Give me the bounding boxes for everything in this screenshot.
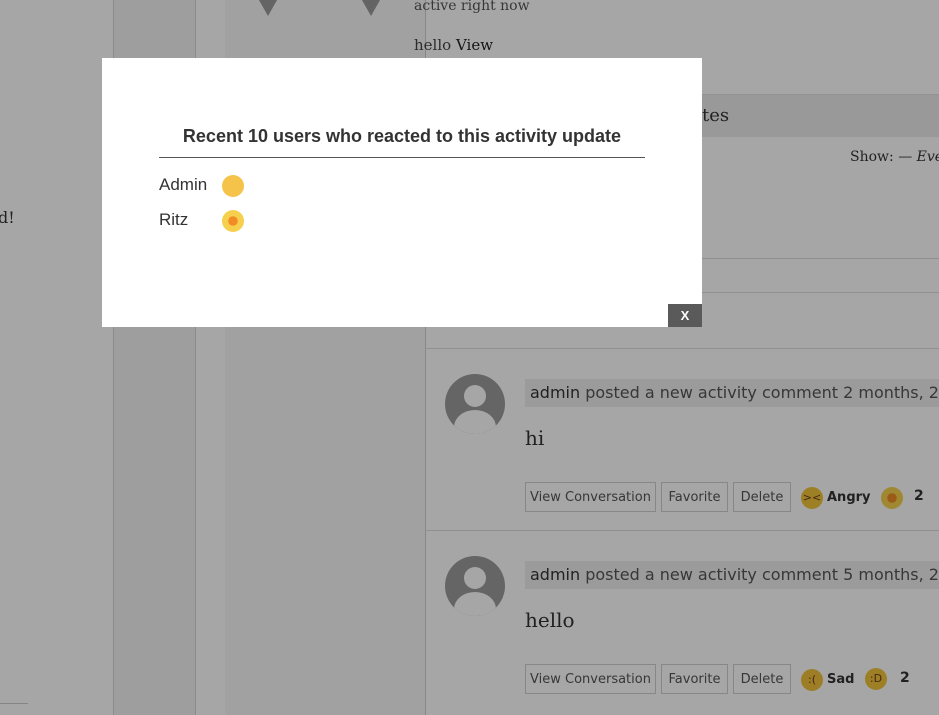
reacted-user-row: Admin bbox=[159, 175, 244, 197]
reacted-user-row: Ritz bbox=[159, 210, 244, 232]
user-name: Ritz bbox=[159, 210, 189, 230]
angry-face-icon bbox=[221, 175, 244, 197]
user-name: Admin bbox=[159, 175, 208, 195]
reactions-modal: Recent 10 users who reacted to this acti… bbox=[102, 58, 702, 327]
modal-title: Recent 10 users who reacted to this acti… bbox=[182, 126, 622, 146]
modal-title-divider bbox=[159, 157, 645, 158]
close-button[interactable]: X bbox=[668, 304, 702, 327]
flower-icon bbox=[221, 210, 244, 232]
